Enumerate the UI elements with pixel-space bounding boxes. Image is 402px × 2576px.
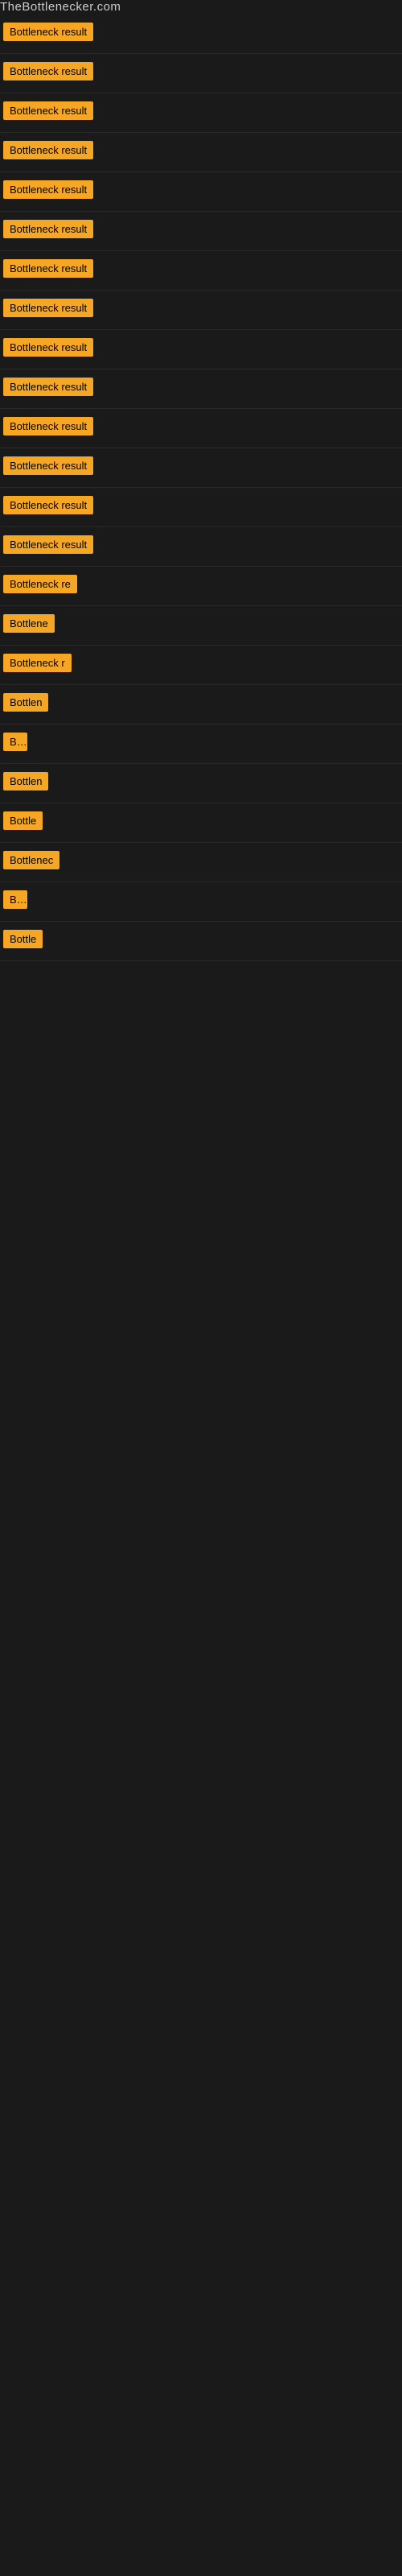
bottleneck-result-tag[interactable]: Bottleneck result — [3, 417, 93, 436]
bottleneck-result-tag[interactable]: Bottleneck result — [3, 378, 93, 396]
list-item: Bottleneck result — [0, 409, 402, 448]
bottleneck-result-tag[interactable]: Bottle — [3, 930, 43, 948]
bottleneck-result-tag[interactable]: Bottlen — [3, 772, 48, 791]
bottleneck-result-tag[interactable]: Bottleneck result — [3, 141, 93, 159]
bottleneck-result-tag[interactable]: Bottleneck result — [3, 299, 93, 317]
bottleneck-result-tag[interactable]: Bottleneck result — [3, 496, 93, 514]
list-item: Bo — [0, 724, 402, 764]
list-item: Bottleneck result — [0, 212, 402, 251]
bottleneck-result-tag[interactable]: Bottle — [3, 811, 43, 830]
list-item: Bottleneck result — [0, 527, 402, 567]
list-item: Bottleneck result — [0, 251, 402, 291]
list-item: Bottlenec — [0, 843, 402, 882]
list-item: Bottleneck result — [0, 172, 402, 212]
site-header: TheBottlenecker.com — [0, 0, 402, 14]
bottleneck-result-tag[interactable]: Bottleneck result — [3, 535, 93, 554]
list-item: Bottleneck result — [0, 488, 402, 527]
list-item: Bottle — [0, 803, 402, 843]
list-item: Bottleneck result — [0, 330, 402, 369]
bottleneck-result-tag[interactable]: Bottleneck re — [3, 575, 77, 593]
list-item: Bottleneck result — [0, 93, 402, 133]
list-item: Bottleneck result — [0, 448, 402, 488]
list-item: Bottlene — [0, 606, 402, 646]
list-item: Bottlen — [0, 764, 402, 803]
bottleneck-result-tag[interactable]: Bottleneck result — [3, 23, 93, 41]
list-item: Bottleneck r — [0, 646, 402, 685]
list-item: Bottle — [0, 922, 402, 961]
list-item: Bottleneck result — [0, 291, 402, 330]
bottleneck-result-tag[interactable]: Bottleneck result — [3, 180, 93, 199]
list-item: Bo — [0, 882, 402, 922]
bottleneck-result-tag[interactable]: Bottlenec — [3, 851, 59, 869]
list-item: Bottleneck result — [0, 133, 402, 172]
bottleneck-result-tag[interactable]: Bo — [3, 890, 27, 909]
bottleneck-result-tag[interactable]: Bottleneck result — [3, 62, 93, 80]
bottleneck-result-tag[interactable]: Bottleneck result — [3, 101, 93, 120]
bottleneck-result-tag[interactable]: Bottlen — [3, 693, 48, 712]
bottleneck-result-tag[interactable]: Bottleneck result — [3, 220, 93, 238]
bottleneck-result-tag[interactable]: Bottleneck result — [3, 456, 93, 475]
list-item: Bottleneck result — [0, 54, 402, 93]
bottleneck-result-tag[interactable]: Bo — [3, 733, 27, 751]
list-item: Bottleneck re — [0, 567, 402, 606]
bottleneck-result-tag[interactable]: Bottlene — [3, 614, 55, 633]
bottleneck-result-tag[interactable]: Bottleneck result — [3, 259, 93, 278]
list-item: Bottleneck result — [0, 369, 402, 409]
bottleneck-result-tag[interactable]: Bottleneck result — [3, 338, 93, 357]
bottleneck-result-tag[interactable]: Bottleneck r — [3, 654, 72, 672]
list-item: Bottlen — [0, 685, 402, 724]
